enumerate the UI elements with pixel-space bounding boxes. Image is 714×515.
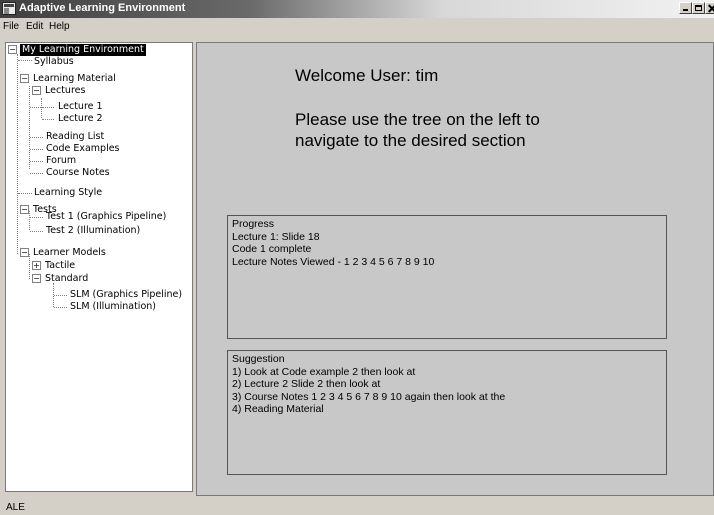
menu-file[interactable]: File	[3, 21, 19, 32]
progress-line: Lecture 1: Slide 18	[232, 230, 320, 243]
suggestion-line: 4) Reading Material	[232, 403, 324, 415]
tree-item-lectures[interactable]: Lectures	[45, 85, 85, 97]
suggestion-line: 1) Look at Code example 2 then look at	[232, 365, 416, 378]
collapse-icon[interactable]: −	[20, 74, 29, 83]
tree-item-test-1[interactable]: Test 1 (Graphics Pipeline)	[46, 211, 166, 223]
collapse-icon[interactable]: −	[32, 86, 41, 95]
title-bar: Adaptive Learning Environment	[0, 0, 714, 18]
progress-title: Progress	[232, 218, 275, 230]
tree-item-root[interactable]: My Learning Environment	[20, 44, 146, 56]
tree-item-slm-graphics-pipeline[interactable]: SLM (Graphics Pipeline)	[70, 289, 182, 301]
navigation-tree[interactable]: − − − − − + − My Learning Environment Sy…	[5, 42, 193, 492]
collapse-icon[interactable]: −	[8, 45, 17, 54]
tree-item-reading-list[interactable]: Reading List	[46, 131, 104, 143]
tree-item-lecture-1[interactable]: Lecture 1	[58, 101, 103, 113]
menu-bar: File Edit Help	[0, 18, 714, 35]
tree-item-lecture-2[interactable]: Lecture 2	[58, 113, 103, 125]
tree-item-standard[interactable]: Standard	[45, 273, 88, 285]
maximize-button[interactable]	[692, 2, 705, 14]
tree-item-code-examples[interactable]: Code Examples	[46, 143, 120, 155]
tree-item-learning-material[interactable]: Learning Material	[33, 73, 116, 85]
close-button[interactable]	[705, 2, 714, 14]
minimize-button[interactable]	[679, 2, 692, 14]
app-icon	[2, 2, 16, 15]
status-bar: ALE	[0, 498, 714, 515]
tree-item-slm-illumination[interactable]: SLM (Illumination)	[70, 301, 156, 313]
tree-item-course-notes[interactable]: Course Notes	[46, 167, 110, 179]
suggestion-line: 2) Lecture 2 Slide 2 then look at	[232, 378, 381, 390]
window-title: Adaptive Learning Environment	[19, 2, 186, 14]
tree-item-tactile[interactable]: Tactile	[45, 260, 75, 272]
progress-line: Code 1 complete	[232, 243, 312, 255]
expand-icon[interactable]: +	[32, 261, 41, 270]
instruction-text: Please use the tree on the left to navig…	[295, 110, 540, 150]
collapse-icon[interactable]: −	[32, 274, 41, 283]
collapse-icon[interactable]: −	[20, 248, 29, 257]
content-area: Welcome User: tim Please use the tree on…	[196, 42, 714, 496]
collapse-icon[interactable]: −	[20, 205, 29, 214]
status-text: ALE	[6, 502, 25, 513]
suggestion-line: 3) Course Notes 1 2 3 4 5 6 7 8 9 10 aga…	[232, 390, 506, 403]
tree-item-learner-models[interactable]: Learner Models	[33, 247, 106, 259]
suggestion-title: Suggestion	[232, 353, 285, 365]
tree-item-test-2[interactable]: Test 2 (Illumination)	[46, 225, 140, 237]
tree-item-learning-style[interactable]: Learning Style	[34, 187, 102, 199]
progress-line: Lecture Notes Viewed - 1 2 3 4 5 6 7 8 9…	[232, 255, 435, 268]
progress-panel: Progress Lecture 1: Slide 18 Code 1 comp…	[227, 215, 667, 339]
menu-help[interactable]: Help	[49, 21, 70, 32]
tree-item-syllabus[interactable]: Syllabus	[34, 56, 74, 68]
welcome-heading: Welcome User: tim	[295, 66, 439, 85]
tree-item-forum[interactable]: Forum	[46, 155, 76, 167]
suggestion-panel: Suggestion 1) Look at Code example 2 the…	[227, 350, 667, 475]
menu-edit[interactable]: Edit	[26, 21, 43, 32]
